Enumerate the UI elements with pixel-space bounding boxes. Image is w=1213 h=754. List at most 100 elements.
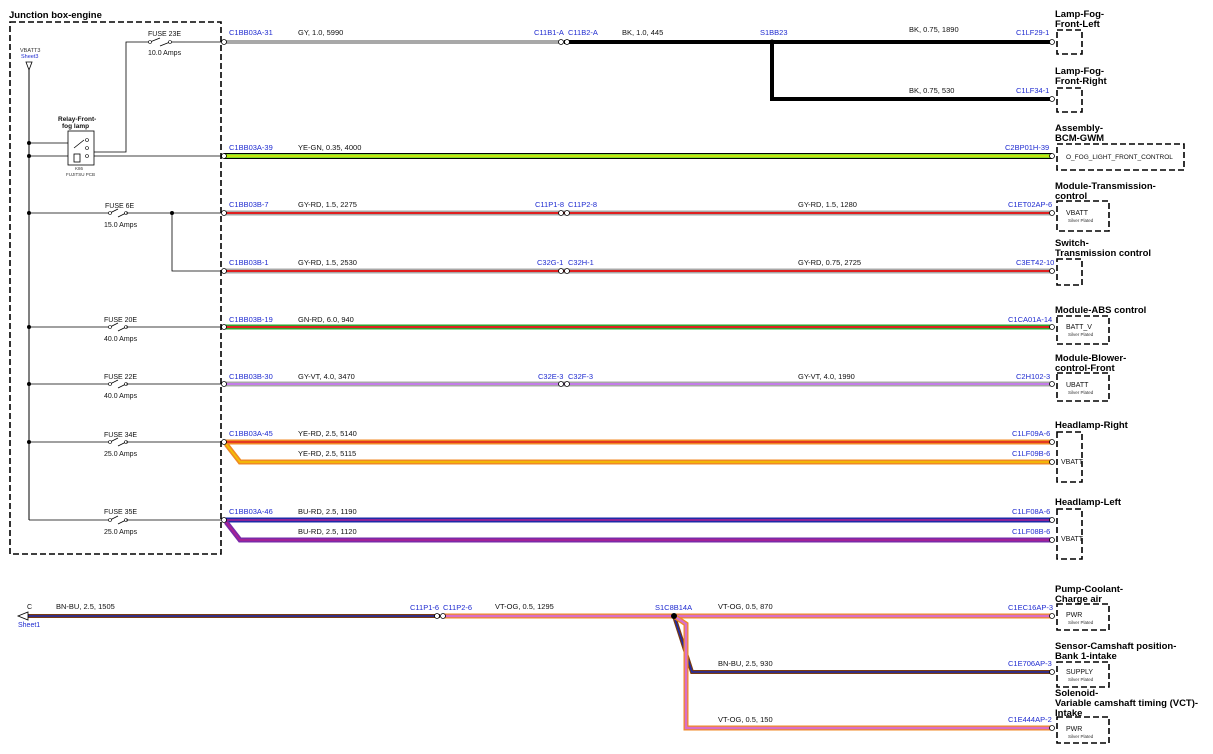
connector-c1bb03b-7[interactable]: C1BB03B-7 — [229, 200, 269, 209]
pin-label: PWR — [1066, 612, 1082, 619]
wire-label-w5: YE-GN, 0.35, 4000 — [298, 143, 361, 152]
pin-label: O_FOG_LIGHT_FRONT_CONTROL — [1066, 154, 1173, 161]
pin-label: UBATT — [1066, 382, 1089, 389]
wire-label-w20: BN-BU, 2.5, 930 — [718, 659, 773, 668]
wire-label-w6: GY-RD, 1.5, 2275 — [298, 200, 357, 209]
component-solenoid-vct-intake[interactable]: Solenoid- Variable camshaft timing (VCT)… — [1055, 688, 1198, 744]
component-sensor-camshaft-position[interactable]: Sensor-Camshaft position- Bank 1-intake … — [1055, 641, 1176, 688]
pin-sub: Silver Plated — [1068, 390, 1094, 395]
connector-c11b1-a[interactable]: C11B1-A — [534, 28, 564, 37]
connector-c32g-1[interactable]: C32G-1 — [537, 258, 563, 267]
wire-label-w21: VT-OG, 0.5, 150 — [718, 715, 773, 724]
pin-label: VBATT — [1061, 536, 1084, 543]
component-label: Transmission control — [1055, 248, 1151, 259]
splice-s1bb23[interactable]: S1BB23 — [760, 28, 788, 37]
connector-c2bp01h-39[interactable]: C2BP01H-39 — [1005, 143, 1049, 152]
connector-c1lf34-1[interactable]: C1LF34-1 — [1016, 86, 1049, 95]
connector-c1bb03b-30[interactable]: C1BB03B-30 — [229, 372, 273, 381]
connector-c1lf08b-6[interactable]: C1LF08B-6 — [1012, 527, 1050, 536]
pin-label: VBATT — [1061, 459, 1084, 466]
connector-c1bb03a-46[interactable]: C1BB03A-46 — [229, 507, 273, 516]
junction-box: Junction box-engine VBATT3 Sheet3 Relay-… — [9, 10, 222, 555]
component-lamp-fog-front-right[interactable]: Lamp-Fog- Front-Right — [1055, 66, 1108, 113]
connector-c1ec16ap-3[interactable]: C1EC16AP-3 — [1008, 603, 1053, 612]
fuse-22e-icon — [109, 379, 127, 389]
splice-s1c8b14a[interactable]: S1C8B14A — [655, 603, 692, 612]
pin-label: SUPPLY — [1066, 669, 1093, 676]
offpage-label: C — [27, 604, 32, 611]
offpage-sheet-ref[interactable]: Sheet1 — [18, 622, 40, 629]
connector-c32f-3[interactable]: C32F-3 — [568, 372, 593, 381]
connector-c11p2-6[interactable]: C11P2-6 — [443, 603, 472, 612]
wire-label-w8: GY-RD, 1.5, 2530 — [298, 258, 357, 267]
connector-c1et02ap-6[interactable]: C1ET02AP-6 — [1008, 200, 1052, 209]
connector-c11p2-8[interactable]: C11P2-8 — [568, 200, 597, 209]
pin-sub: Silver Plated — [1068, 734, 1094, 739]
connector-c3et42-10[interactable]: C3ET42-10 — [1016, 258, 1054, 267]
component-module-blower-control-front[interactable]: Module-Blower- control-Front UBATT Silve… — [1055, 353, 1126, 402]
connector-c1bb03a-45[interactable]: C1BB03A-45 — [229, 429, 273, 438]
connector-c1e444ap-2[interactable]: C1E444AP-2 — [1008, 715, 1052, 724]
wire-labels: GY, 1.0, 5990 BK, 1.0, 445 BK, 0.75, 189… — [56, 25, 959, 724]
pin-sub: Silver Plated — [1068, 677, 1094, 682]
wire-label-w2: BK, 1.0, 445 — [622, 28, 663, 37]
component-label: Headlamp-Right — [1055, 420, 1129, 431]
wire-label-w1: GY, 1.0, 5990 — [298, 28, 343, 37]
wire-label-w17: BN-BU, 2.5, 1505 — [56, 602, 115, 611]
pin-sub: Silver Plated — [1068, 218, 1094, 223]
wire-label-w9: GY-RD, 0.75, 2725 — [798, 258, 861, 267]
component-assembly-bcm-gwm[interactable]: Assembly- BCM-GWM O_FOG_LIGHT_FRONT_CONT… — [1055, 123, 1185, 171]
wire-label-w13: YE-RD, 2.5, 5140 — [298, 429, 357, 438]
connector-c1bb03b-1[interactable]: C1BB03B-1 — [229, 258, 269, 267]
fuse-35e-name: FUSE 35E — [104, 509, 137, 516]
component-headlamp-right[interactable]: Headlamp-Right VBATT — [1055, 420, 1129, 483]
fuse-35e-rating: 25.0 Amps — [104, 529, 138, 536]
component-label: Headlamp-Left — [1055, 497, 1122, 508]
wire-label-w14: YE-RD, 2.5, 5115 — [298, 449, 356, 458]
offpage-arrow-icon — [16, 611, 29, 621]
connector-c11p1-6[interactable]: C11P1-6 — [410, 603, 439, 612]
wire-label-w7: GY-RD, 1.5, 1280 — [798, 200, 857, 209]
wire-label-w10: GN-RD, 6.0, 940 — [298, 315, 354, 324]
connector-c1bb03a-31[interactable]: C1BB03A-31 — [229, 28, 273, 37]
connector-c1lf09a-6[interactable]: C1LF09A-6 — [1012, 429, 1050, 438]
junction-box-title: Junction box-engine — [9, 10, 102, 21]
vbatt-sheet-ref[interactable]: Sheet3 — [21, 54, 38, 60]
fuse-34e: FUSE 34E 25.0 Amps — [27, 432, 221, 458]
connector-c1lf29-1[interactable]: C1LF29-1 — [1016, 28, 1049, 37]
component-module-abs-control[interactable]: Module-ABS control BATT_V Silver Plated — [1055, 305, 1146, 345]
connector-c1lf09b-6[interactable]: C1LF09B-6 — [1012, 449, 1050, 458]
fuse-20e-name: FUSE 20E — [104, 317, 137, 324]
component-module-transmission-control[interactable]: Module-Transmission- control VBATT Silve… — [1055, 181, 1156, 232]
connector-c1bb03a-39[interactable]: C1BB03A-39 — [229, 143, 273, 152]
wire-label-w3: BK, 0.75, 1890 — [909, 25, 959, 34]
component-label: Module-ABS control — [1055, 305, 1146, 316]
fuse-34e-name: FUSE 34E — [104, 432, 137, 439]
connector-c1ca01a-14[interactable]: C1CA01A-14 — [1008, 315, 1052, 324]
wiring-diagram: Junction box-engine VBATT3 Sheet3 Relay-… — [9, 9, 1198, 744]
components: Lamp-Fog- Front-Left Lamp-Fog- Front-Rig… — [1055, 9, 1198, 744]
splice-dot-s1bb23 — [769, 39, 775, 45]
wire-label-w11: GY-VT, 4.0, 3470 — [298, 372, 355, 381]
fuse-22e-rating: 40.0 Amps — [104, 393, 138, 400]
wire-label-w15: BU-RD, 2.5, 1190 — [298, 507, 357, 516]
fuse-20e: FUSE 20E 40.0 Amps — [27, 317, 221, 343]
connector-c1bb03b-19[interactable]: C1BB03B-19 — [229, 315, 273, 324]
fuse-6e-rating: 15.0 Amps — [104, 222, 138, 229]
connector-c32h-1[interactable]: C32H-1 — [568, 258, 594, 267]
connector-c1lf08a-6[interactable]: C1LF08A-6 — [1012, 507, 1050, 516]
pin-label: BATT_V — [1066, 324, 1092, 331]
connector-c11b2-a[interactable]: C11B2-A — [568, 28, 598, 37]
relay-box — [67, 130, 95, 166]
fuse-35e: FUSE 35E 25.0 Amps — [29, 509, 221, 536]
connector-c2h102-3[interactable]: C2H102-3 — [1016, 372, 1050, 381]
wire-label-w4: BK, 0.75, 530 — [909, 86, 954, 95]
fuse-22e: FUSE 22E 40.0 Amps — [27, 374, 221, 400]
component-pump-coolant-charge-air[interactable]: Pump-Coolant- Charge air PWR Silver Plat… — [1055, 584, 1123, 631]
component-headlamp-left[interactable]: Headlamp-Left VBATT — [1055, 497, 1122, 560]
connector-c11p1-8[interactable]: C11P1-8 — [535, 200, 564, 209]
component-switch-transmission-control[interactable]: Switch- Transmission control — [1055, 238, 1151, 286]
connector-c1e706ap-3[interactable]: C1E706AP-3 — [1008, 659, 1052, 668]
component-lamp-fog-front-left[interactable]: Lamp-Fog- Front-Left — [1055, 9, 1104, 55]
connector-c32e-3[interactable]: C32E-3 — [538, 372, 563, 381]
